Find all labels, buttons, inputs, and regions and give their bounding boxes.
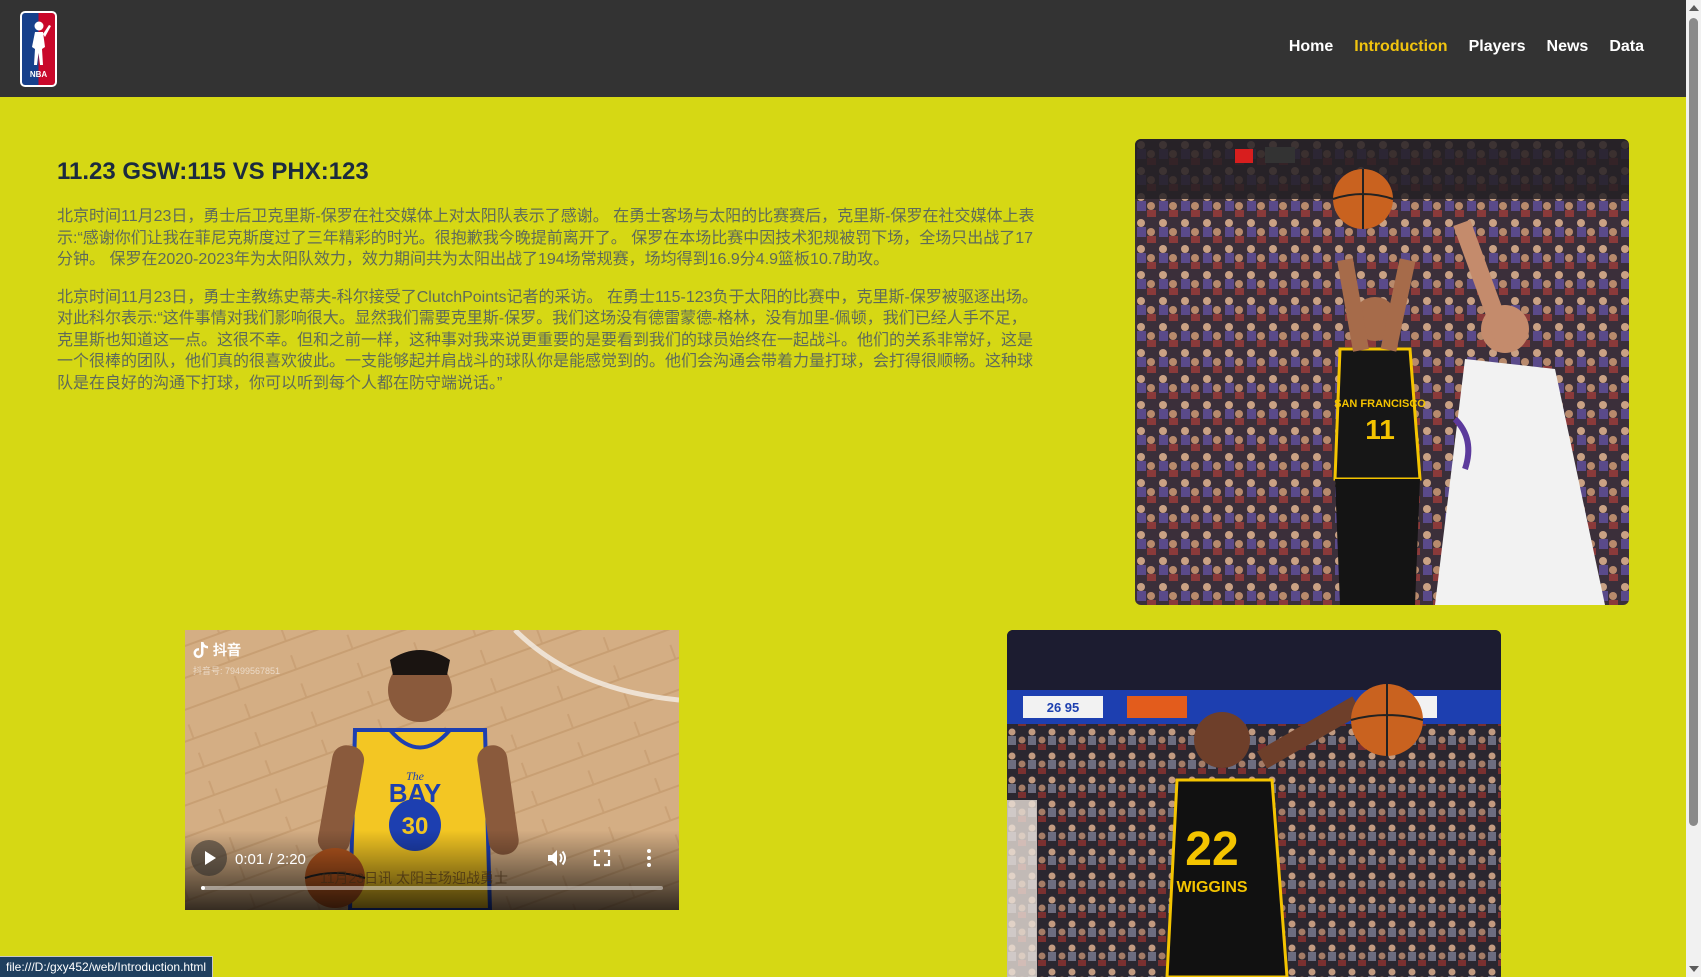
photo1-jersey-number: 11 <box>1365 414 1395 445</box>
article-title: 11.23 GSW:115 VS PHX:123 <box>57 158 369 185</box>
game-photo-layup: 26 95 22 WIGGINS <box>1007 630 1501 977</box>
game-photo-jump-shot: SAN FRANCISCO 11 <box>1135 139 1629 605</box>
nav-data[interactable]: Data <box>1609 38 1644 56</box>
article-paragraph-1: 北京时间11月23日，勇士后卫克里斯-保罗在社交媒体上对太阳队表示了感谢。 在勇… <box>57 208 1035 268</box>
volume-icon[interactable] <box>545 846 569 870</box>
douyin-account: 抖音号: 79499567851 <box>193 666 281 676</box>
photo2-jersey-name: WIGGINS <box>1176 879 1247 896</box>
video-time: 0:01 / 2:20 <box>235 851 306 868</box>
nba-logo[interactable]: NBA <box>20 11 57 87</box>
douyin-watermark: 抖音 <box>193 640 241 660</box>
video-player[interactable]: The BAY 30 抖音 抖音号: 79499567851 11月23日讯 太… <box>185 630 679 910</box>
logo-text: NBA <box>30 70 48 79</box>
nav-news[interactable]: News <box>1547 38 1589 56</box>
article: 11.23 GSW:115 VS PHX:123 北京时间11月23日，勇士后卫… <box>57 158 1042 410</box>
site-header: NBA Home Introduction Players News Data <box>0 0 1686 97</box>
nav-home[interactable]: Home <box>1289 38 1333 56</box>
status-bar-url: file:///D:/gxy452/web/Introduction.html <box>0 956 214 977</box>
video-subtitle: 11月23日讯 太阳主场迎战勇士 <box>320 870 508 886</box>
video-progress-fill <box>201 886 205 890</box>
photo1-jersey-top: SAN FRANCISCO <box>1334 398 1426 410</box>
photo2-jersey-number: 22 <box>1185 823 1238 876</box>
fullscreen-icon[interactable] <box>590 846 614 870</box>
photo2-scoreboard: 26 95 <box>1047 700 1080 715</box>
nav-players[interactable]: Players <box>1469 38 1526 56</box>
scroll-thumb[interactable] <box>1689 18 1698 826</box>
nav-introduction[interactable]: Introduction <box>1354 38 1447 56</box>
douyin-icon <box>193 642 208 659</box>
page-scrollbar[interactable] <box>1686 0 1701 977</box>
scroll-up-arrow-icon[interactable] <box>1689 5 1699 11</box>
main-nav: Home Introduction Players News Data <box>1289 38 1644 56</box>
article-paragraph-2: 北京时间11月23日，勇士主教练史蒂夫-科尔接受了ClutchPoints记者的… <box>57 288 1038 392</box>
play-button[interactable] <box>191 840 227 876</box>
douyin-brand: 抖音 <box>213 642 241 658</box>
scroll-down-arrow-icon[interactable] <box>1689 966 1699 972</box>
more-options-icon[interactable] <box>637 846 661 870</box>
video-progress-bar[interactable] <box>201 886 663 890</box>
